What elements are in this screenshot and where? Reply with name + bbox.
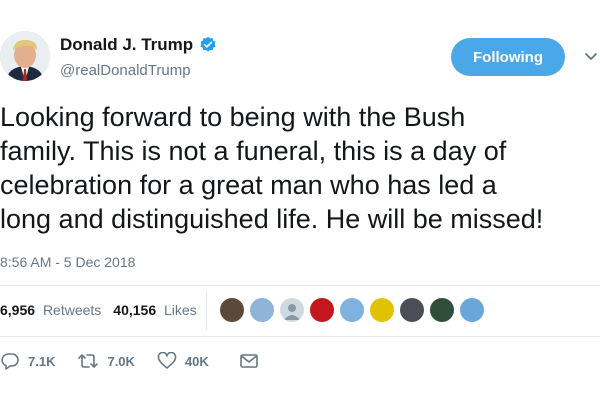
liker-avatar[interactable] bbox=[220, 298, 244, 322]
liker-avatars bbox=[220, 298, 490, 322]
direct-message-button[interactable] bbox=[239, 353, 267, 369]
liker-avatar[interactable] bbox=[280, 298, 304, 322]
liker-avatar[interactable] bbox=[310, 298, 334, 322]
reply-icon bbox=[1, 353, 19, 370]
retweet-button[interactable]: 7.0K bbox=[77, 352, 135, 370]
liker-avatar[interactable] bbox=[250, 298, 274, 322]
tweet-text-line: celebration for a great man who has led … bbox=[0, 170, 497, 200]
author-name-row: Donald J. Trump bbox=[60, 35, 217, 55]
retweets-label: Retweets bbox=[42, 302, 102, 318]
retweet-icon bbox=[78, 354, 99, 368]
reply-button[interactable]: 7.1K bbox=[0, 352, 55, 370]
following-button[interactable]: Following bbox=[451, 38, 565, 76]
tweet-text-line: long and distinguished life. He will be … bbox=[0, 204, 544, 234]
retweets-stat[interactable]: 6,956 Retweets bbox=[0, 302, 101, 318]
liker-avatar[interactable] bbox=[340, 298, 364, 322]
liker-avatar[interactable] bbox=[400, 298, 424, 322]
divider bbox=[0, 285, 600, 286]
tweet-text: Looking forward to being with the Bush f… bbox=[0, 100, 600, 236]
tweet-text-line: Looking forward to being with the Bush bbox=[0, 102, 466, 132]
liker-avatar[interactable] bbox=[460, 298, 484, 322]
tweet-timestamp[interactable]: 8:56 AM - 5 Dec 2018 bbox=[0, 254, 135, 270]
author-display-name[interactable]: Donald J. Trump bbox=[60, 35, 193, 55]
reply-count: 7.1K bbox=[28, 353, 56, 369]
tweet-text-line: family. This is not a funeral, this is a… bbox=[0, 136, 507, 166]
like-count: 40K bbox=[184, 353, 209, 369]
stats-separator bbox=[206, 290, 207, 330]
chevron-down-icon[interactable] bbox=[584, 52, 598, 62]
likes-label: Likes bbox=[164, 302, 197, 318]
retweets-count: 6,956 bbox=[0, 302, 36, 318]
like-button[interactable]: 40K bbox=[157, 352, 209, 370]
likes-stat[interactable]: 40,156 Likes bbox=[113, 302, 196, 318]
divider bbox=[0, 336, 600, 337]
author-handle[interactable]: @realDonaldTrump bbox=[60, 62, 191, 79]
liker-avatar[interactable] bbox=[370, 298, 394, 322]
author-avatar[interactable] bbox=[0, 31, 50, 81]
liker-avatar[interactable] bbox=[430, 298, 454, 322]
tweet-stats: 6,956 Retweets 40,156 Likes bbox=[0, 302, 197, 318]
heart-icon bbox=[157, 352, 177, 369]
verified-badge-icon bbox=[200, 36, 216, 52]
likes-count: 40,156 bbox=[113, 302, 157, 318]
retweet-count: 7.0K bbox=[107, 353, 135, 369]
tweet-actions: 7.1K 7.0K 40K bbox=[0, 350, 289, 372]
envelope-icon bbox=[239, 354, 258, 368]
